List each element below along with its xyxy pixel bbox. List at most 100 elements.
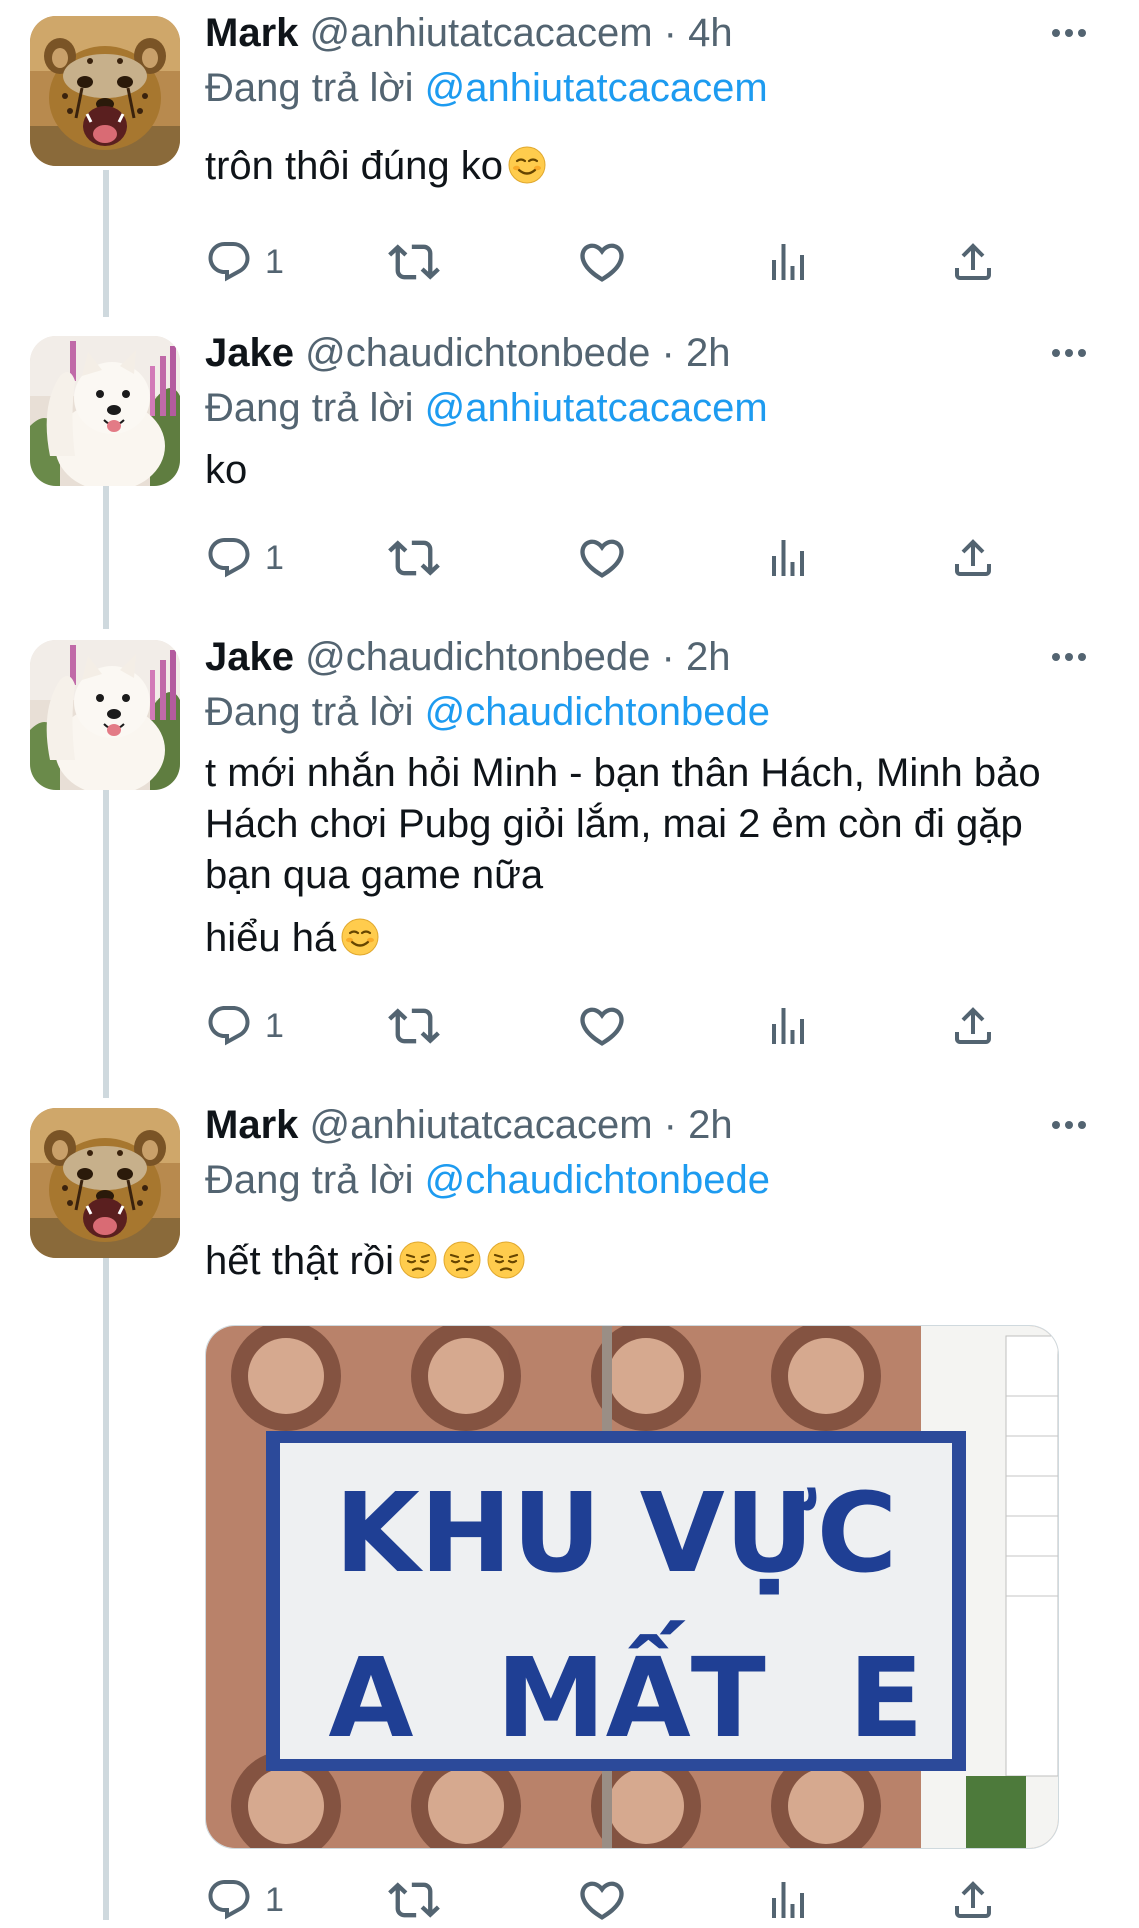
tweet[interactable]: Mark @anhiutatcacacem · 4h Đang trả lời … — [0, 8, 1139, 308]
tweet-header: Jake @chaudichtonbede · 2h — [205, 328, 731, 378]
share-button[interactable] — [949, 530, 997, 586]
smiling-face-emoji — [507, 145, 547, 185]
display-name[interactable]: Jake — [205, 635, 294, 679]
reply-prefix: Đang trả lời — [205, 66, 414, 110]
timestamp[interactable]: 4h — [688, 11, 733, 55]
like-button[interactable] — [576, 530, 628, 586]
user-handle[interactable]: @anhiutatcacacem — [310, 1103, 653, 1147]
views-button[interactable] — [764, 530, 812, 586]
reply-to-handle[interactable]: @chaudichtonbede — [425, 690, 770, 734]
reply-prefix: Đang trả lời — [205, 1158, 414, 1202]
replying-to: Đang trả lời @anhiutatcacacem — [205, 63, 768, 113]
more-icon[interactable] — [1039, 342, 1099, 364]
like-button[interactable] — [576, 234, 628, 290]
tweet[interactable]: Mark @anhiutatcacacem · 2h Đang trả lời … — [0, 1100, 1139, 1920]
reply-to-handle[interactable]: @anhiutatcacacem — [425, 66, 768, 110]
avatar[interactable] — [30, 16, 180, 166]
more-icon[interactable] — [1039, 22, 1099, 44]
reply-button[interactable]: 1 — [205, 530, 284, 586]
heart-icon — [576, 532, 628, 584]
views-icon — [764, 1002, 812, 1050]
avatar[interactable] — [30, 336, 180, 486]
tweet-text-line: trôn thôi đúng ko — [205, 144, 503, 188]
reply-icon — [205, 534, 253, 582]
retweet-button[interactable] — [388, 234, 440, 290]
reply-to-handle[interactable]: @chaudichtonbede — [425, 1158, 770, 1202]
display-name[interactable]: Mark — [205, 11, 298, 55]
share-icon — [949, 1876, 997, 1924]
pensive-face-emoji — [442, 1240, 482, 1280]
heart-icon — [576, 1874, 628, 1926]
views-button[interactable] — [764, 998, 812, 1054]
replying-to: Đang trả lời @chaudichtonbede — [205, 687, 770, 737]
display-name[interactable]: Jake — [205, 331, 294, 375]
pensive-face-emoji — [398, 1240, 438, 1280]
sign-line-1: KHU VỰC — [335, 1469, 898, 1597]
tweet-text-line: ko — [205, 448, 248, 492]
separator: · — [663, 1103, 677, 1147]
heart-icon — [576, 236, 628, 288]
tweet-text-line: hiểu há — [205, 916, 337, 960]
reply-to-handle[interactable]: @anhiutatcacacem — [425, 386, 768, 430]
retweet-icon — [388, 1874, 440, 1926]
tweet-media-image[interactable]: KHU VỰC A MẤT E — [205, 1325, 1059, 1849]
retweet-button[interactable] — [388, 998, 440, 1054]
tweet-text: ko — [205, 445, 1085, 496]
separator: · — [661, 635, 675, 679]
retweet-button[interactable] — [388, 530, 440, 586]
views-icon — [764, 1876, 812, 1924]
timestamp[interactable]: 2h — [686, 635, 731, 679]
retweet-icon — [388, 236, 440, 288]
share-icon — [949, 1002, 997, 1050]
timestamp[interactable]: 2h — [688, 1103, 733, 1147]
tweet[interactable]: Jake @chaudichtonbede · 2h Đang trả lời … — [0, 328, 1139, 628]
reply-prefix: Đang trả lời — [205, 690, 414, 734]
timestamp[interactable]: 2h — [686, 331, 731, 375]
reply-button[interactable]: 1 — [205, 234, 284, 290]
sign-line-2-mid: MẤT — [496, 1619, 766, 1762]
reply-icon — [205, 1002, 253, 1050]
avatar[interactable] — [30, 640, 180, 790]
reply-prefix: Đang trả lời — [205, 386, 414, 430]
user-handle[interactable]: @anhiutatcacacem — [310, 11, 653, 55]
action-bar: 1 — [205, 530, 1015, 586]
share-icon — [949, 534, 997, 582]
share-button[interactable] — [949, 234, 997, 290]
separator: · — [663, 11, 677, 55]
tweet-header: Jake @chaudichtonbede · 2h — [205, 632, 731, 682]
display-name[interactable]: Mark — [205, 1103, 298, 1147]
heart-icon — [576, 1000, 628, 1052]
pensive-face-emoji — [486, 1240, 526, 1280]
reply-button[interactable]: 1 — [205, 998, 284, 1054]
reply-count: 1 — [265, 1880, 284, 1919]
share-icon — [949, 238, 997, 286]
user-handle[interactable]: @chaudichtonbede — [305, 635, 650, 679]
reply-count: 1 — [265, 538, 284, 577]
replying-to: Đang trả lời @anhiutatcacacem — [205, 383, 768, 433]
sign-line-2-left: A — [328, 1634, 413, 1762]
smiling-face-emoji — [340, 917, 380, 957]
retweet-icon — [388, 532, 440, 584]
more-icon[interactable] — [1039, 1114, 1099, 1136]
reply-icon — [205, 1876, 253, 1924]
tweet-text: t mới nhắn hỏi Minh - bạn thân Hách, Min… — [205, 748, 1085, 964]
tweet-header: Mark @anhiutatcacacem · 4h — [205, 8, 733, 58]
tweet-header: Mark @anhiutatcacacem · 2h — [205, 1100, 733, 1150]
views-button[interactable] — [764, 234, 812, 290]
action-bar: 1 — [205, 998, 1015, 1054]
more-icon[interactable] — [1039, 646, 1099, 668]
tweet[interactable]: Jake @chaudichtonbede · 2h Đang trả lời … — [0, 632, 1139, 1082]
like-button[interactable] — [576, 998, 628, 1054]
retweet-icon — [388, 1000, 440, 1052]
tweet-text-line: hết thật rồi — [205, 1239, 395, 1283]
tweet-text: trôn thôi đúng ko — [205, 141, 1085, 192]
tweet-text: hết thật rồi — [205, 1236, 1085, 1287]
separator: · — [661, 331, 675, 375]
action-bar: 1 — [205, 234, 1015, 290]
share-button[interactable] — [949, 998, 997, 1054]
reply-icon — [205, 238, 253, 286]
replying-to: Đang trả lời @chaudichtonbede — [205, 1155, 770, 1205]
views-icon — [764, 238, 812, 286]
avatar[interactable] — [30, 1108, 180, 1258]
user-handle[interactable]: @chaudichtonbede — [305, 331, 650, 375]
